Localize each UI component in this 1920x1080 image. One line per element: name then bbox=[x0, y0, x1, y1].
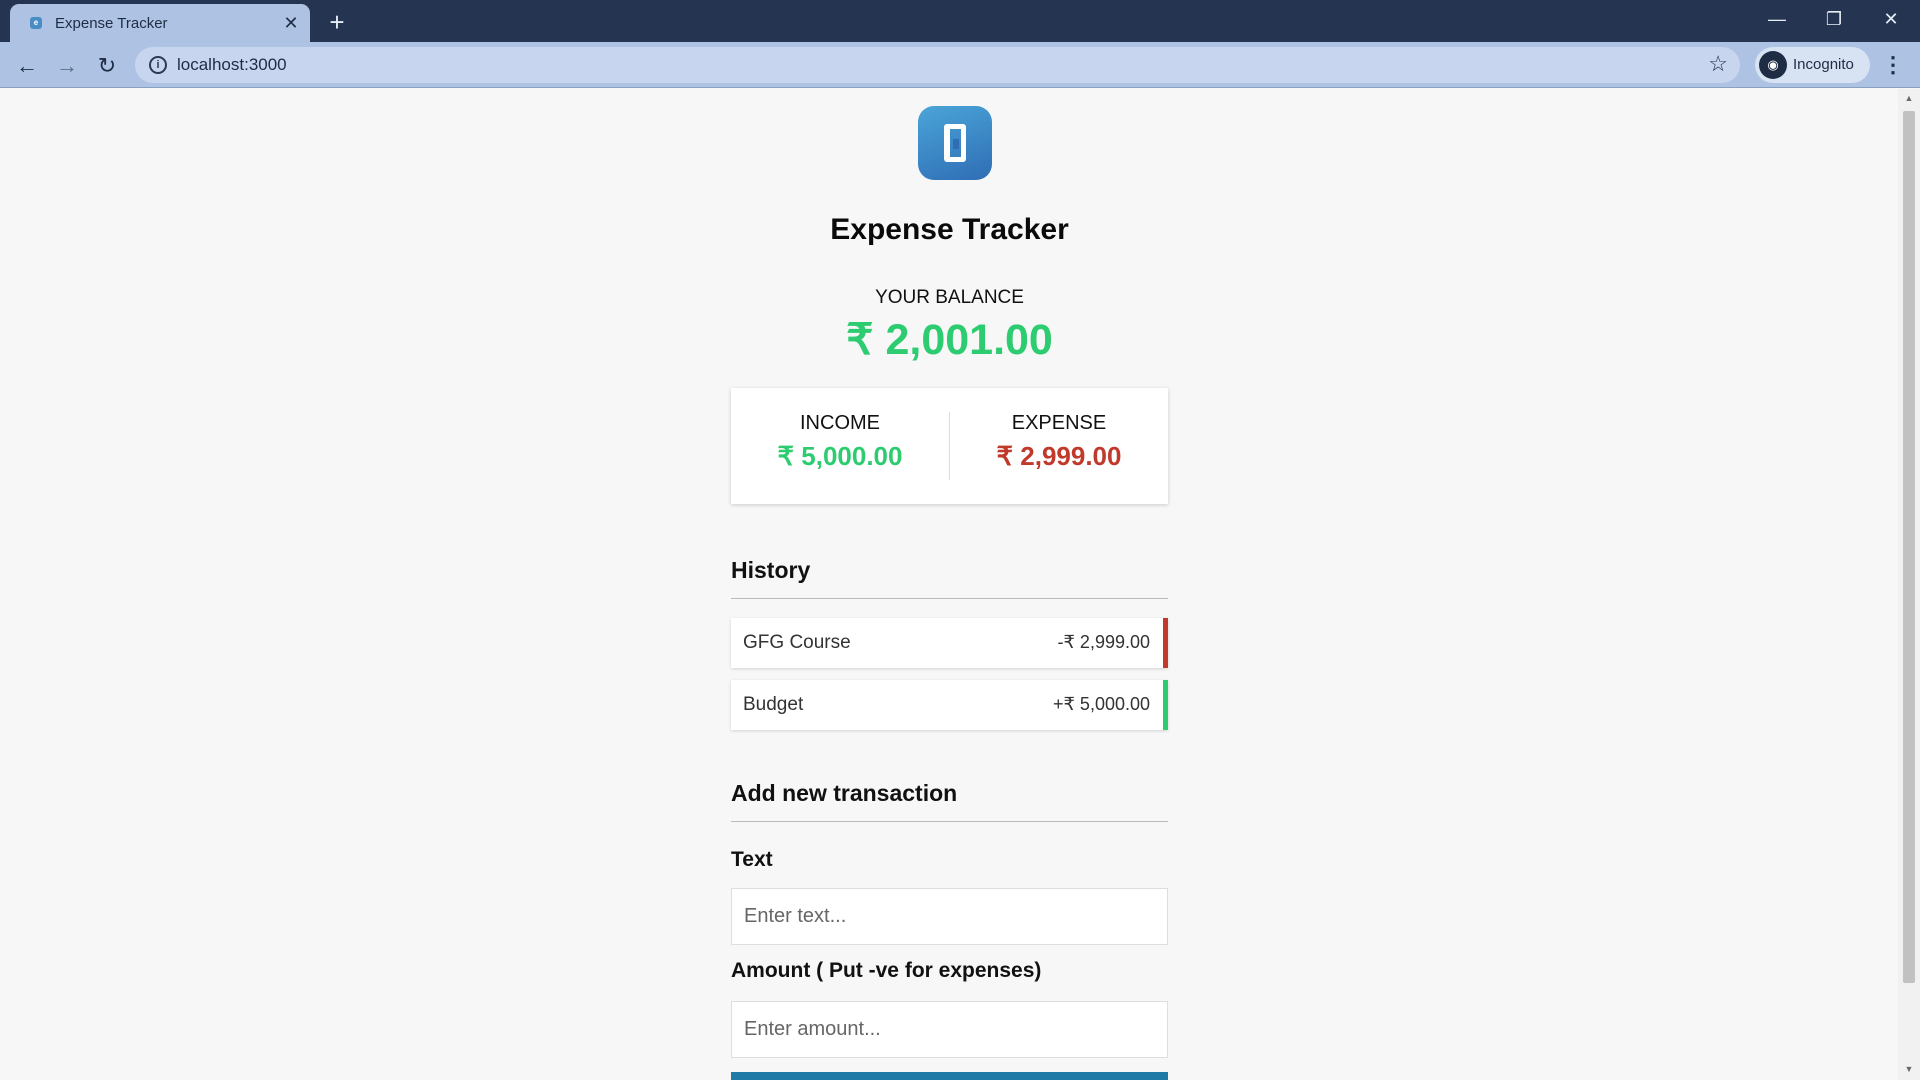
transaction-amount: +₹ 5,000.00 bbox=[1052, 694, 1150, 714]
income-expense-card: INCOME ₹ 5,000.00 EXPENSE ₹ 2,999.00 bbox=[731, 388, 1168, 504]
browser-toolbar: ← → ↻ i localhost:3000 ☆ ◉ Incognito ⋮ bbox=[0, 42, 1920, 88]
expense-indicator bbox=[1163, 618, 1168, 668]
add-transaction-button[interactable] bbox=[731, 1072, 1168, 1080]
income-column: INCOME ₹ 5,000.00 bbox=[731, 412, 949, 472]
browser-menu-icon[interactable]: ⋮ bbox=[1882, 50, 1904, 80]
transaction-text: GFG Course bbox=[743, 632, 851, 653]
app-logo bbox=[918, 106, 992, 180]
income-amount: ₹ 5,000.00 bbox=[777, 441, 903, 471]
reload-icon[interactable]: ↻ bbox=[91, 50, 123, 82]
forward-arrow-icon[interactable]: → bbox=[51, 50, 83, 82]
text-input[interactable] bbox=[731, 888, 1168, 945]
minimize-icon[interactable]: — bbox=[1748, 0, 1806, 38]
transaction-text: Budget bbox=[743, 694, 804, 715]
logo-glyph-icon bbox=[944, 124, 966, 162]
back-arrow-icon[interactable]: ← bbox=[11, 50, 43, 82]
new-tab-icon[interactable]: + bbox=[322, 7, 352, 37]
window-close-icon[interactable]: ✕ bbox=[1862, 0, 1920, 38]
history-title: History bbox=[731, 557, 1168, 599]
site-info-icon[interactable]: i bbox=[149, 56, 167, 74]
balance-amount: ₹ 2,001.00 bbox=[846, 316, 1053, 364]
tab-title: Expense Tracker bbox=[55, 15, 168, 32]
expense-label: EXPENSE bbox=[1011, 412, 1107, 434]
amount-input[interactable] bbox=[731, 1001, 1168, 1058]
incognito-icon: ◉ bbox=[1759, 51, 1787, 79]
list-item[interactable]: Budget +₹ 5,000.00 bbox=[731, 680, 1168, 730]
expense-column: EXPENSE ₹ 2,999.00 bbox=[950, 412, 1168, 472]
add-transaction-title: Add new transaction bbox=[731, 780, 1168, 822]
browser-tabstrip: e Expense Tracker ✕ + — ❐ ✕ bbox=[0, 0, 1920, 42]
page-title: Expense Tracker bbox=[830, 213, 1069, 246]
incognito-badge[interactable]: ◉ Incognito bbox=[1755, 47, 1870, 83]
favicon-icon: e bbox=[30, 17, 42, 29]
expense-amount: ₹ 2,999.00 bbox=[996, 441, 1122, 471]
income-label: INCOME bbox=[800, 412, 880, 434]
url-text[interactable]: localhost:3000 bbox=[177, 55, 287, 75]
address-bar[interactable]: i localhost:3000 ☆ bbox=[135, 47, 1740, 83]
browser-tab[interactable]: e Expense Tracker ✕ bbox=[10, 4, 310, 42]
amount-field-label: Amount ( Put -ve for expenses) bbox=[731, 959, 1042, 982]
close-tab-icon[interactable]: ✕ bbox=[280, 12, 302, 34]
income-indicator bbox=[1163, 680, 1168, 730]
bookmark-star-icon[interactable]: ☆ bbox=[1708, 51, 1728, 77]
page-scrollbar[interactable]: ▲ ▼ bbox=[1898, 89, 1920, 1080]
balance-label: YOUR BALANCE bbox=[875, 287, 1024, 308]
restore-icon[interactable]: ❐ bbox=[1805, 0, 1863, 38]
scroll-up-arrow-icon[interactable]: ▲ bbox=[1904, 93, 1914, 103]
scroll-thumb[interactable] bbox=[1903, 111, 1915, 983]
text-field-label: Text bbox=[731, 848, 773, 871]
incognito-label: Incognito bbox=[1793, 56, 1854, 73]
transaction-amount: -₹ 2,999.00 bbox=[1057, 632, 1150, 652]
list-item[interactable]: GFG Course -₹ 2,999.00 bbox=[731, 618, 1168, 668]
scroll-down-arrow-icon[interactable]: ▼ bbox=[1904, 1064, 1914, 1074]
